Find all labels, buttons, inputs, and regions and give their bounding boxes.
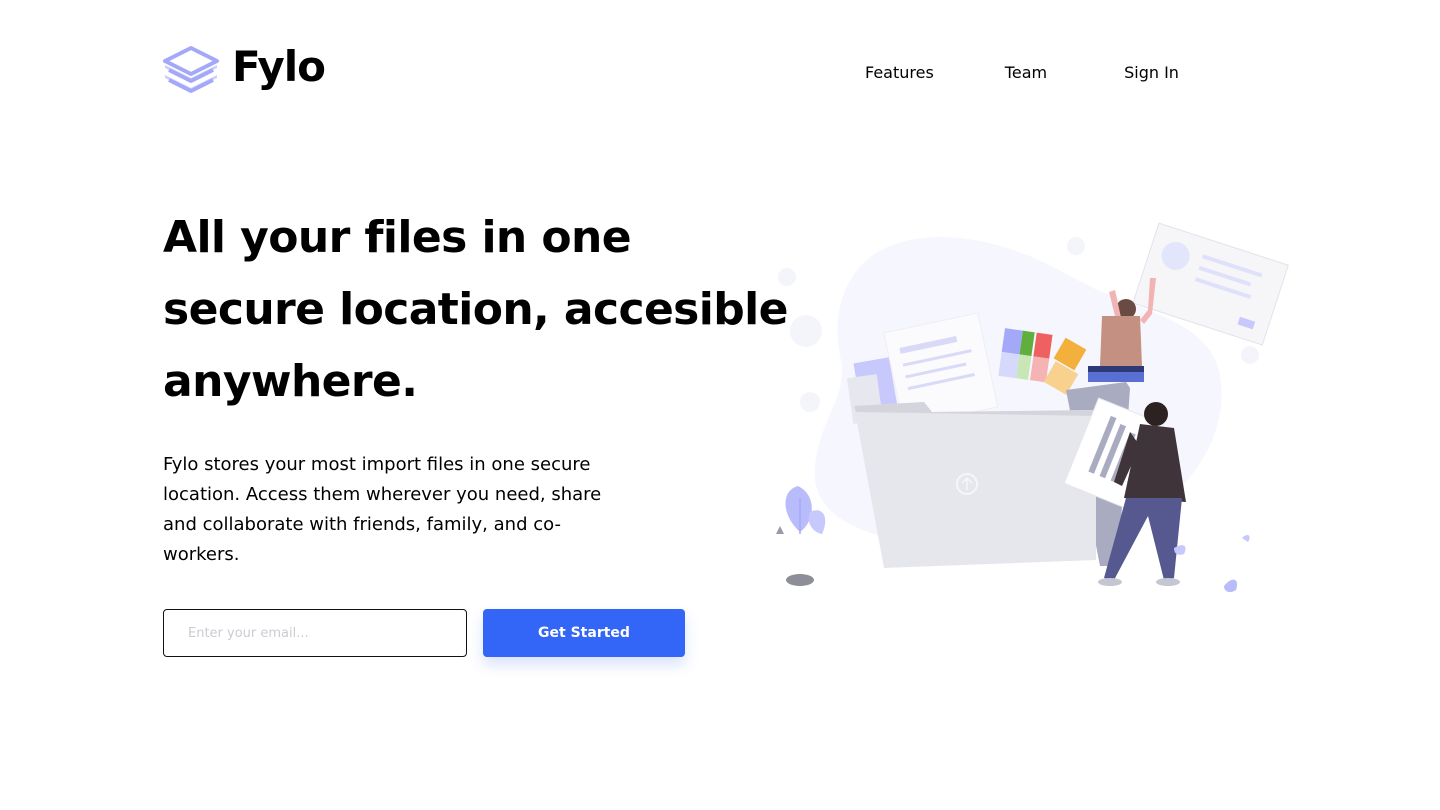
landing-page: Fylo Features Team Sign In All your file… (0, 0, 1440, 810)
logo-link[interactable]: Fylo (163, 42, 326, 94)
illustration-graphic (776, 222, 1289, 593)
brand-name: Fylo (232, 42, 326, 91)
nav-item-team[interactable]: Team (1005, 62, 1047, 84)
hero-title: All your files in one secure location, a… (163, 212, 788, 407)
main-nav: Features Team Sign In (865, 62, 1179, 84)
site-header: Fylo Features Team Sign In (163, 42, 1193, 100)
layers-icon (163, 46, 219, 93)
get-started-button[interactable]: Get Started (483, 609, 685, 657)
nav-item-features[interactable]: Features (865, 62, 934, 84)
hero-description: Fylo stores your most import files in on… (163, 454, 602, 565)
email-input[interactable] (163, 609, 467, 657)
nav-item-sign-in[interactable]: Sign In (1124, 62, 1179, 84)
file-upload-illustration (770, 216, 1290, 600)
